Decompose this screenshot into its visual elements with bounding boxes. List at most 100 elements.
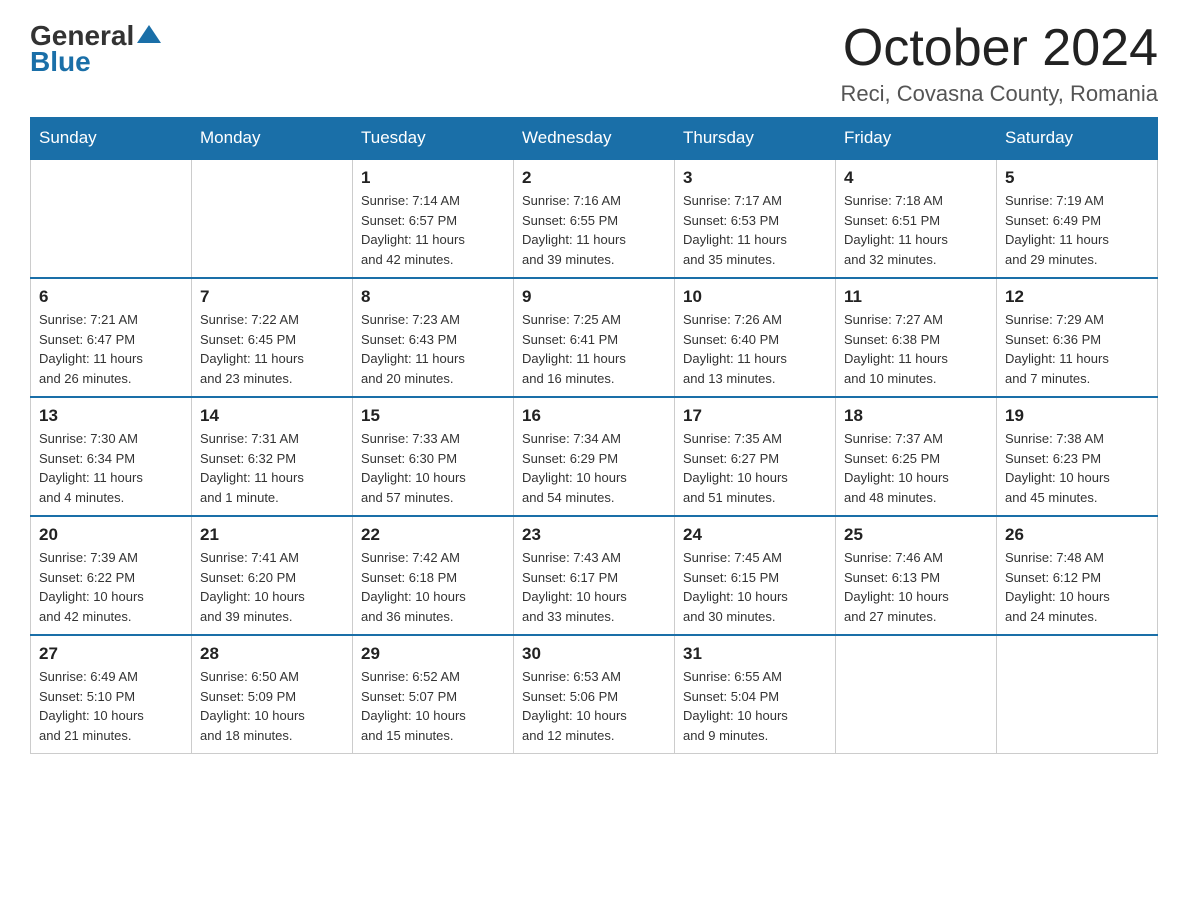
- logo-blue-text: Blue: [30, 46, 91, 78]
- calendar-day-cell: 7 Sunrise: 7:22 AMSunset: 6:45 PMDaylight…: [192, 278, 353, 397]
- weekday-header: Wednesday: [514, 118, 675, 160]
- logo-triangle-icon: [137, 25, 161, 43]
- weekday-header: Thursday: [675, 118, 836, 160]
- day-info: Sunrise: 7:33 AMSunset: 6:30 PMDaylight:…: [361, 429, 505, 507]
- calendar-week-row: 27Sunrise: 6:49 AMSunset: 5:10 PMDayligh…: [31, 635, 1158, 754]
- calendar-day-cell: 19 Sunrise: 7:38 AMSunset: 6:23 PMDayligh…: [997, 397, 1158, 516]
- calendar-day-cell: 29 Sunrise: 6:52 AMSunset: 5:07 PMDayligh…: [353, 635, 514, 754]
- day-number: 30: [522, 644, 666, 664]
- day-info: Sunrise: 6:53 AMSunset: 5:06 PMDaylight:…: [522, 667, 666, 745]
- day-info: Sunrise: 7:45 AMSunset: 6:15 PMDaylight:…: [683, 548, 827, 626]
- day-info: Sunrise: 7:27 AMSunset: 6:38 PMDaylight:…: [844, 310, 988, 388]
- calendar-day-cell: 25 Sunrise: 7:46 AMSunset: 6:13 PMDayligh…: [836, 516, 997, 635]
- calendar-day-cell: 2 Sunrise: 7:16 AMSunset: 6:55 PMDaylight…: [514, 159, 675, 278]
- calendar-day-cell: 13 Sunrise: 7:30 AMSunset: 6:34 PMDayligh…: [31, 397, 192, 516]
- day-number: 13: [39, 406, 183, 426]
- day-number: 14: [200, 406, 344, 426]
- calendar-day-cell: 21 Sunrise: 7:41 AMSunset: 6:20 PMDayligh…: [192, 516, 353, 635]
- day-info: Sunrise: 7:48 AMSunset: 6:12 PMDaylight:…: [1005, 548, 1149, 626]
- day-info: Sunrise: 7:41 AMSunset: 6:20 PMDaylight:…: [200, 548, 344, 626]
- weekday-header: Saturday: [997, 118, 1158, 160]
- calendar-week-row: 13 Sunrise: 7:30 AMSunset: 6:34 PMDayligh…: [31, 397, 1158, 516]
- weekday-header: Monday: [192, 118, 353, 160]
- calendar-day-cell: 16Sunrise: 7:34 AMSunset: 6:29 PMDayligh…: [514, 397, 675, 516]
- day-number: 9: [522, 287, 666, 307]
- weekday-header: Friday: [836, 118, 997, 160]
- day-info: Sunrise: 6:55 AMSunset: 5:04 PMDaylight:…: [683, 667, 827, 745]
- calendar-day-cell: 15 Sunrise: 7:33 AMSunset: 6:30 PMDayligh…: [353, 397, 514, 516]
- day-info: Sunrise: 7:43 AMSunset: 6:17 PMDaylight:…: [522, 548, 666, 626]
- day-number: 20: [39, 525, 183, 545]
- day-number: 2: [522, 168, 666, 188]
- calendar-day-cell: 26Sunrise: 7:48 AMSunset: 6:12 PMDayligh…: [997, 516, 1158, 635]
- day-info: Sunrise: 6:50 AMSunset: 5:09 PMDaylight:…: [200, 667, 344, 745]
- calendar-day-cell: [31, 159, 192, 278]
- day-info: Sunrise: 7:31 AMSunset: 6:32 PMDaylight:…: [200, 429, 344, 507]
- calendar-week-row: 6Sunrise: 7:21 AMSunset: 6:47 PMDaylight…: [31, 278, 1158, 397]
- day-info: Sunrise: 7:22 AMSunset: 6:45 PMDaylight:…: [200, 310, 344, 388]
- day-info: Sunrise: 6:49 AMSunset: 5:10 PMDaylight:…: [39, 667, 183, 745]
- day-info: Sunrise: 7:46 AMSunset: 6:13 PMDaylight:…: [844, 548, 988, 626]
- day-number: 3: [683, 168, 827, 188]
- calendar-day-cell: 31 Sunrise: 6:55 AMSunset: 5:04 PMDayligh…: [675, 635, 836, 754]
- day-info: Sunrise: 6:52 AMSunset: 5:07 PMDaylight:…: [361, 667, 505, 745]
- calendar-week-row: 1Sunrise: 7:14 AMSunset: 6:57 PMDaylight…: [31, 159, 1158, 278]
- day-number: 11: [844, 287, 988, 307]
- title-block: October 2024 Reci, Covasna County, Roman…: [840, 20, 1158, 107]
- location-title: Reci, Covasna County, Romania: [840, 81, 1158, 107]
- calendar-day-cell: 4 Sunrise: 7:18 AMSunset: 6:51 PMDaylight…: [836, 159, 997, 278]
- calendar-day-cell: 17 Sunrise: 7:35 AMSunset: 6:27 PMDayligh…: [675, 397, 836, 516]
- calendar-day-cell: 1Sunrise: 7:14 AMSunset: 6:57 PMDaylight…: [353, 159, 514, 278]
- weekday-header: Tuesday: [353, 118, 514, 160]
- calendar-day-cell: [192, 159, 353, 278]
- day-number: 15: [361, 406, 505, 426]
- day-number: 16: [522, 406, 666, 426]
- calendar-day-cell: 12 Sunrise: 7:29 AMSunset: 6:36 PMDayligh…: [997, 278, 1158, 397]
- calendar-day-cell: 20Sunrise: 7:39 AMSunset: 6:22 PMDayligh…: [31, 516, 192, 635]
- day-number: 5: [1005, 168, 1149, 188]
- day-info: Sunrise: 7:38 AMSunset: 6:23 PMDaylight:…: [1005, 429, 1149, 507]
- calendar-day-cell: 18Sunrise: 7:37 AMSunset: 6:25 PMDayligh…: [836, 397, 997, 516]
- calendar-day-cell: 10Sunrise: 7:26 AMSunset: 6:40 PMDayligh…: [675, 278, 836, 397]
- calendar-day-cell: 8Sunrise: 7:23 AMSunset: 6:43 PMDaylight…: [353, 278, 514, 397]
- day-number: 29: [361, 644, 505, 664]
- day-number: 19: [1005, 406, 1149, 426]
- day-number: 21: [200, 525, 344, 545]
- day-info: Sunrise: 7:19 AMSunset: 6:49 PMDaylight:…: [1005, 191, 1149, 269]
- calendar-day-cell: 28Sunrise: 6:50 AMSunset: 5:09 PMDayligh…: [192, 635, 353, 754]
- page-header: General Blue October 2024 Reci, Covasna …: [30, 20, 1158, 107]
- day-info: Sunrise: 7:42 AMSunset: 6:18 PMDaylight:…: [361, 548, 505, 626]
- day-number: 17: [683, 406, 827, 426]
- calendar-day-cell: 9 Sunrise: 7:25 AMSunset: 6:41 PMDaylight…: [514, 278, 675, 397]
- calendar-day-cell: 24Sunrise: 7:45 AMSunset: 6:15 PMDayligh…: [675, 516, 836, 635]
- day-info: Sunrise: 7:23 AMSunset: 6:43 PMDaylight:…: [361, 310, 505, 388]
- calendar-header-row: SundayMondayTuesdayWednesdayThursdayFrid…: [31, 118, 1158, 160]
- day-info: Sunrise: 7:35 AMSunset: 6:27 PMDaylight:…: [683, 429, 827, 507]
- day-number: 12: [1005, 287, 1149, 307]
- calendar-day-cell: 14 Sunrise: 7:31 AMSunset: 6:32 PMDayligh…: [192, 397, 353, 516]
- logo: General Blue: [30, 20, 161, 78]
- day-number: 7: [200, 287, 344, 307]
- calendar-table: SundayMondayTuesdayWednesdayThursdayFrid…: [30, 117, 1158, 754]
- day-number: 1: [361, 168, 505, 188]
- day-number: 4: [844, 168, 988, 188]
- day-info: Sunrise: 7:26 AMSunset: 6:40 PMDaylight:…: [683, 310, 827, 388]
- calendar-day-cell: 5 Sunrise: 7:19 AMSunset: 6:49 PMDaylight…: [997, 159, 1158, 278]
- day-info: Sunrise: 7:21 AMSunset: 6:47 PMDaylight:…: [39, 310, 183, 388]
- calendar-day-cell: 22 Sunrise: 7:42 AMSunset: 6:18 PMDayligh…: [353, 516, 514, 635]
- day-info: Sunrise: 7:29 AMSunset: 6:36 PMDaylight:…: [1005, 310, 1149, 388]
- day-number: 22: [361, 525, 505, 545]
- calendar-day-cell: 30 Sunrise: 6:53 AMSunset: 5:06 PMDayligh…: [514, 635, 675, 754]
- day-info: Sunrise: 7:17 AMSunset: 6:53 PMDaylight:…: [683, 191, 827, 269]
- calendar-day-cell: 23Sunrise: 7:43 AMSunset: 6:17 PMDayligh…: [514, 516, 675, 635]
- calendar-week-row: 20Sunrise: 7:39 AMSunset: 6:22 PMDayligh…: [31, 516, 1158, 635]
- day-info: Sunrise: 7:16 AMSunset: 6:55 PMDaylight:…: [522, 191, 666, 269]
- day-number: 31: [683, 644, 827, 664]
- day-number: 18: [844, 406, 988, 426]
- calendar-day-cell: 6Sunrise: 7:21 AMSunset: 6:47 PMDaylight…: [31, 278, 192, 397]
- calendar-day-cell: 3 Sunrise: 7:17 AMSunset: 6:53 PMDaylight…: [675, 159, 836, 278]
- day-info: Sunrise: 7:18 AMSunset: 6:51 PMDaylight:…: [844, 191, 988, 269]
- day-info: Sunrise: 7:30 AMSunset: 6:34 PMDaylight:…: [39, 429, 183, 507]
- day-info: Sunrise: 7:25 AMSunset: 6:41 PMDaylight:…: [522, 310, 666, 388]
- day-number: 25: [844, 525, 988, 545]
